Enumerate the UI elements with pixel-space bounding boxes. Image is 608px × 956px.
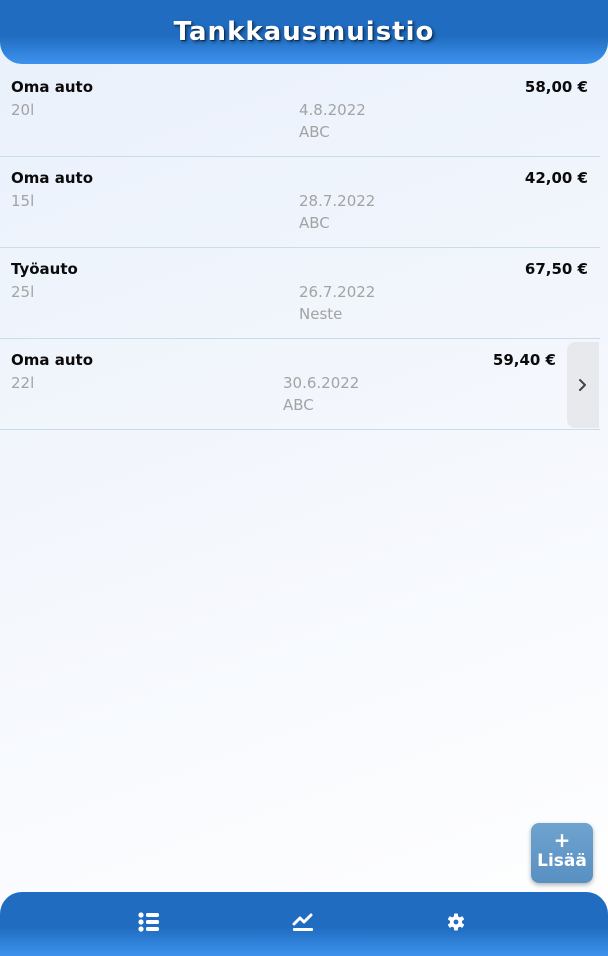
tab-bar <box>0 892 608 956</box>
swipe-option-button[interactable] <box>567 342 599 428</box>
tab-settings[interactable] <box>442 908 470 936</box>
date: 30.6.2022 <box>283 374 360 392</box>
price: 59,40 € <box>492 351 556 369</box>
chart-icon <box>292 913 313 931</box>
date: 28.7.2022 <box>299 192 376 210</box>
add-button[interactable]: + Lisää <box>531 823 593 883</box>
price: 67,50 € <box>524 260 588 278</box>
car-name: Oma auto <box>11 169 94 187</box>
liters: 22l <box>11 374 35 392</box>
add-button-label: Lisää <box>537 851 587 871</box>
list-item[interactable]: Oma auto 58,00 € 20l 4.8.2022 ABC <box>0 66 600 157</box>
refuel-list: Oma auto 58,00 € 20l 4.8.2022 ABC Oma au… <box>0 66 600 430</box>
app-header: Tankkausmuistio <box>0 0 608 64</box>
liters: 20l <box>11 101 35 119</box>
tab-chart[interactable] <box>289 908 317 936</box>
list-item[interactable]: Työauto 67,50 € 25l 26.7.2022 Neste <box>0 248 600 339</box>
liters: 25l <box>11 283 35 301</box>
chevron-right-icon <box>579 379 586 391</box>
list-item[interactable]: Oma auto 42,00 € 15l 28.7.2022 ABC <box>0 157 600 248</box>
station: Neste <box>299 305 343 323</box>
date: 4.8.2022 <box>299 101 366 119</box>
car-name: Oma auto <box>11 78 94 96</box>
car-name: Oma auto <box>11 351 94 369</box>
plus-icon: + <box>553 828 571 852</box>
list-icon <box>138 912 159 932</box>
station: ABC <box>299 123 330 141</box>
station: ABC <box>299 214 330 232</box>
gear-icon <box>448 913 464 931</box>
tab-list[interactable] <box>135 908 163 936</box>
car-name: Työauto <box>11 260 78 278</box>
price: 58,00 € <box>524 78 588 96</box>
date: 26.7.2022 <box>299 283 376 301</box>
list-item[interactable]: Oma auto 59,40 € 22l 30.6.2022 ABC <box>0 339 600 430</box>
station: ABC <box>283 396 314 414</box>
price: 42,00 € <box>524 169 588 187</box>
page-title: Tankkausmuistio <box>173 17 435 47</box>
liters: 15l <box>11 192 35 210</box>
